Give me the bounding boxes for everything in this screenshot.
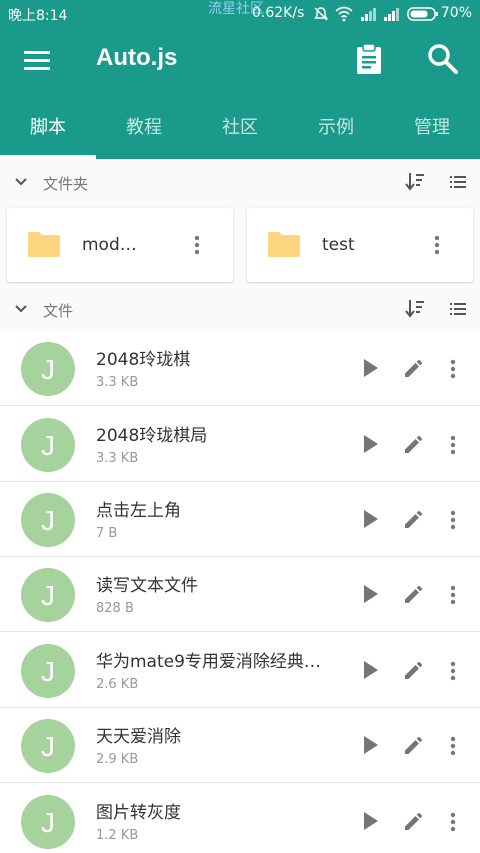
edit-icon[interactable] <box>402 356 426 380</box>
file-name: 天天爱消除 <box>96 727 181 747</box>
file-size: 828 B <box>96 601 134 616</box>
script-avatar: J <box>21 418 75 472</box>
play-icon[interactable] <box>358 582 382 606</box>
file-row[interactable]: J 点击左上角 7 B <box>0 482 480 557</box>
clipboard-icon[interactable] <box>352 42 386 76</box>
edit-icon[interactable] <box>402 809 426 833</box>
script-avatar: J <box>21 568 75 622</box>
more-vertical-icon[interactable] <box>447 433 459 457</box>
file-row[interactable]: J 2048玲珑棋局 3.3 KB <box>0 407 480 482</box>
file-name: 点击左上角 <box>96 501 181 521</box>
status-bar: 晚上8:14 流星社区 0.62K/s 70% <box>0 0 480 28</box>
folder-card[interactable]: mod… <box>7 208 233 282</box>
more-vertical-icon[interactable] <box>447 508 459 532</box>
tab-scripts[interactable]: 脚本 <box>0 96 96 159</box>
file-name: 2048玲珑棋 <box>96 350 191 370</box>
file-row[interactable]: J 2048玲珑棋 3.3 KB <box>0 331 480 406</box>
folder-name: test <box>322 235 355 255</box>
file-size: 1.2 KB <box>96 828 139 843</box>
script-avatar: J <box>21 342 75 396</box>
chevron-down-icon <box>15 178 27 186</box>
file-size: 3.3 KB <box>96 451 139 466</box>
more-vertical-icon[interactable] <box>447 659 459 683</box>
edit-icon[interactable] <box>402 507 426 531</box>
play-icon[interactable] <box>358 658 382 682</box>
script-avatar: J <box>21 795 75 849</box>
folder-icon <box>28 232 60 257</box>
play-icon[interactable] <box>358 507 382 531</box>
signal-icon-1 <box>361 8 376 21</box>
play-icon[interactable] <box>358 356 382 380</box>
play-icon[interactable] <box>358 733 382 757</box>
file-row[interactable]: J 读写文本文件 828 B <box>0 557 480 632</box>
edit-icon[interactable] <box>402 733 426 757</box>
files-section-label: 文件 <box>43 302 74 320</box>
tab-manage[interactable]: 管理 <box>384 96 480 159</box>
file-size: 7 B <box>96 526 118 541</box>
files-section-header[interactable]: 文件 <box>0 287 480 331</box>
tab-examples[interactable]: 示例 <box>288 96 384 159</box>
more-vertical-icon[interactable] <box>447 357 459 381</box>
battery-percent: 70% <box>440 5 472 21</box>
file-size: 3.3 KB <box>96 375 139 390</box>
more-vertical-icon[interactable] <box>447 810 459 834</box>
script-avatar: J <box>21 493 75 547</box>
tab-bar: 脚本 教程 社区 示例 管理 <box>0 96 480 159</box>
status-time: 晚上8:14 <box>8 8 68 24</box>
file-name: 读写文本文件 <box>96 576 198 596</box>
file-list: J 2048玲珑棋 3.3 KB J 2048玲珑棋局 3.3 KB J 点击左… <box>0 331 480 853</box>
folders-section-label: 文件夹 <box>43 175 89 193</box>
file-name: 2048玲珑棋局 <box>96 426 208 446</box>
edit-icon[interactable] <box>402 432 426 456</box>
more-vertical-icon[interactable] <box>191 233 203 257</box>
folder-icon <box>268 232 300 257</box>
play-icon[interactable] <box>358 809 382 833</box>
more-vertical-icon[interactable] <box>447 583 459 607</box>
tab-community[interactable]: 社区 <box>192 96 288 159</box>
mute-alarm-icon <box>314 7 328 21</box>
file-size: 2.9 KB <box>96 752 139 767</box>
network-speed: 0.62K/s <box>252 5 305 21</box>
file-row[interactable]: J 图片转灰度 1.2 KB <box>0 784 480 853</box>
wifi-icon <box>335 6 353 22</box>
file-row[interactable]: J 天天爱消除 2.9 KB <box>0 708 480 783</box>
folders-section-header[interactable]: 文件夹 <box>0 160 480 204</box>
file-row[interactable]: J 华为mate9专用爱消除经典… 2.6 KB <box>0 633 480 708</box>
script-avatar: J <box>21 719 75 773</box>
list-view-icon[interactable] <box>448 172 468 192</box>
folder-name: mod… <box>82 235 137 255</box>
battery-icon <box>407 7 438 21</box>
sort-icon[interactable] <box>404 298 426 320</box>
play-icon[interactable] <box>358 432 382 456</box>
edit-icon[interactable] <box>402 658 426 682</box>
edit-icon[interactable] <box>402 582 426 606</box>
script-avatar: J <box>21 644 75 698</box>
search-icon[interactable] <box>424 40 460 76</box>
app-title: Auto.js <box>96 44 178 71</box>
menu-icon[interactable] <box>20 44 54 76</box>
app-header: 晚上8:14 流星社区 0.62K/s 70% Auto.js 脚本 教程 社区… <box>0 0 480 159</box>
more-vertical-icon[interactable] <box>447 734 459 758</box>
chevron-down-icon <box>15 305 27 313</box>
more-vertical-icon[interactable] <box>431 233 443 257</box>
file-name: 图片转灰度 <box>96 803 181 823</box>
tab-tutorial[interactable]: 教程 <box>96 96 192 159</box>
app-bar: Auto.js <box>0 28 480 92</box>
folder-card[interactable]: test <box>247 208 473 282</box>
file-size: 2.6 KB <box>96 677 139 692</box>
list-view-icon[interactable] <box>448 299 468 319</box>
sort-icon[interactable] <box>404 171 426 193</box>
signal-icon-2 <box>384 8 399 21</box>
file-name: 华为mate9专用爱消除经典… <box>96 652 321 672</box>
